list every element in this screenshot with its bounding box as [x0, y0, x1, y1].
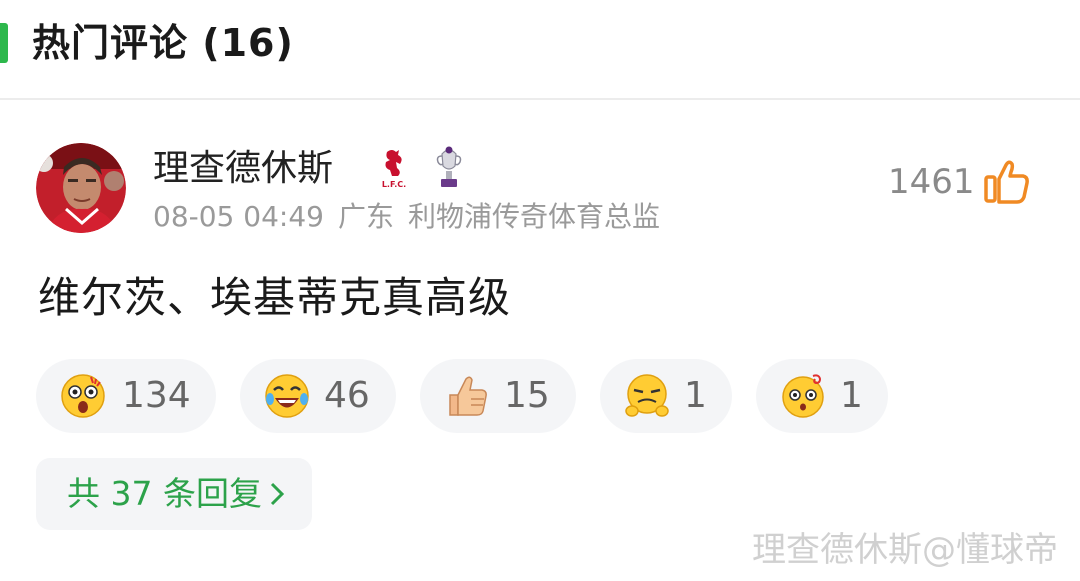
comment-meta: 08-05 04:49 广东 利物浦传奇体育总监 [153, 198, 674, 236]
view-replies-button[interactable]: 共 37 条回复 [36, 458, 312, 530]
user-title: 利物浦传奇体育总监 [407, 200, 660, 233]
reaction-count: 46 [324, 375, 370, 416]
watermark: 理查德休斯@懂球帝 [752, 530, 1058, 570]
section-accent-bar [0, 23, 8, 63]
comment-text: 维尔茨、埃基蒂克真高级 [38, 273, 512, 322]
reaction-bar: 134 46 15 1 1 [36, 359, 1080, 433]
smirk-face-emoji [625, 374, 669, 417]
liverpool-fc-crest-icon[interactable]: L.F.C. [378, 146, 410, 190]
svg-text:L.F.C.: L.F.C. [382, 180, 406, 189]
reaction-count: 134 [122, 375, 191, 416]
reaction-thumbs-up[interactable]: 15 [420, 359, 576, 433]
like-count: 1461 [888, 162, 975, 202]
premier-league-trophy-icon[interactable] [432, 144, 466, 190]
section-header: 热门评论 (16) [0, 0, 1080, 96]
thumbs-up-outline-icon[interactable] [982, 157, 1032, 207]
reaction-dizzy[interactable]: 1 [756, 359, 888, 433]
comment-username[interactable]: 理查德休斯 [153, 146, 333, 192]
shocked-face-emoji [61, 374, 105, 418]
laughing-tears-emoji [265, 374, 309, 418]
dizzy-face-emoji [782, 374, 824, 418]
reaction-smirk[interactable]: 1 [600, 359, 732, 433]
comment-location: 广东 [337, 200, 394, 233]
chevron-right-icon [270, 482, 285, 506]
view-replies-label: 共 37 条回复 [67, 473, 286, 515]
avatar[interactable] [36, 143, 126, 233]
reaction-count: 1 [840, 375, 863, 416]
reaction-count: 15 [504, 375, 550, 416]
reaction-laugh[interactable]: 46 [240, 359, 396, 433]
section-title: 热门评论 (16) [32, 21, 294, 65]
thumbs-up-emoji [449, 376, 487, 416]
comment-timestamp: 08-05 04:49 [153, 200, 324, 233]
reaction-count: 1 [684, 375, 707, 416]
reaction-shocked[interactable]: 134 [36, 359, 216, 433]
divider [0, 98, 1080, 100]
